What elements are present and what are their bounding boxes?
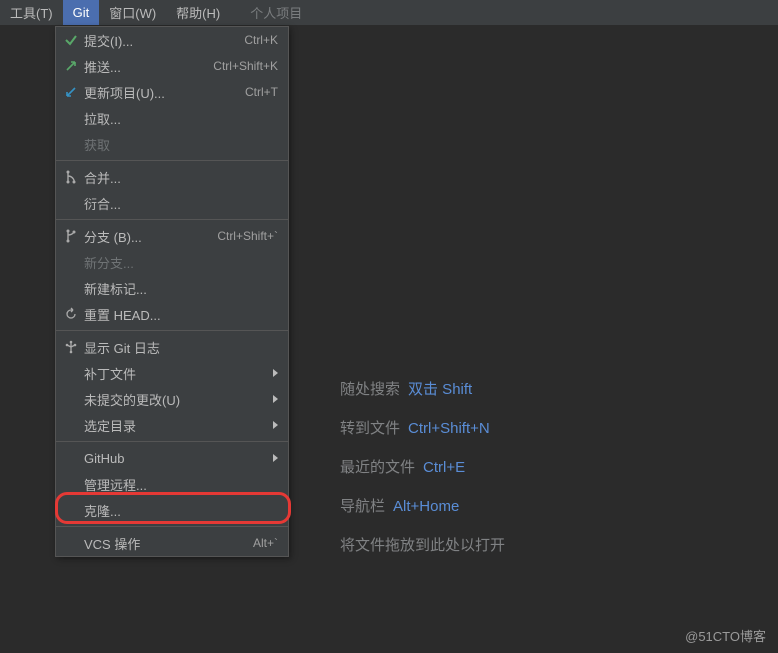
menu-rebase[interactable]: 衍合... — [56, 190, 288, 216]
branch-icon — [62, 228, 80, 244]
menu-git[interactable]: Git — [63, 0, 100, 25]
welcome-gotofile: 转到文件Ctrl+Shift+N — [340, 409, 505, 448]
menu-window[interactable]: 窗口(W) — [99, 0, 166, 25]
update-icon — [62, 84, 80, 100]
check-icon — [62, 32, 80, 48]
welcome-search: 随处搜索双击 Shift — [340, 370, 505, 409]
menu-branches[interactable]: 分支 (B)... Ctrl+Shift+` — [56, 223, 288, 249]
menu-pull[interactable]: 拉取... — [56, 105, 288, 131]
welcome-panel: 随处搜索双击 Shift 转到文件Ctrl+Shift+N 最近的文件Ctrl+… — [340, 370, 505, 565]
git-dropdown: 提交(I)... Ctrl+K 推送... Ctrl+Shift+K 更新项目(… — [55, 26, 289, 557]
watermark: @51CTO博客 — [685, 626, 766, 645]
menu-showlog[interactable]: 显示 Git 日志 — [56, 334, 288, 360]
menu-patches[interactable]: 补丁文件 — [56, 360, 288, 386]
separator — [56, 526, 288, 527]
push-icon — [62, 58, 80, 74]
chevron-right-icon — [273, 454, 278, 462]
merge-icon — [62, 169, 80, 185]
reset-icon — [62, 306, 80, 322]
menubar: 工具(T) Git 窗口(W) 帮助(H) 个人项目 — [0, 0, 778, 26]
menu-update[interactable]: 更新项目(U)... Ctrl+T — [56, 79, 288, 105]
separator — [56, 219, 288, 220]
menu-merge[interactable]: 合并... — [56, 164, 288, 190]
menu-newbranch: 新分支... — [56, 249, 288, 275]
menu-remotes[interactable]: 管理远程... — [56, 471, 288, 497]
separator — [56, 330, 288, 331]
chevron-right-icon — [273, 421, 278, 429]
menu-clone[interactable]: 克隆... — [56, 497, 288, 523]
menu-github[interactable]: GitHub — [56, 445, 288, 471]
menu-tools[interactable]: 工具(T) — [0, 0, 63, 25]
menu-newtag[interactable]: 新建标记... — [56, 275, 288, 301]
menu-commit[interactable]: 提交(I)... Ctrl+K — [56, 27, 288, 53]
log-icon — [62, 339, 80, 355]
menu-uncommitted[interactable]: 未提交的更改(U) — [56, 386, 288, 412]
menu-vcsops[interactable]: VCS 操作 Alt+` — [56, 530, 288, 556]
chevron-right-icon — [273, 369, 278, 377]
welcome-recent: 最近的文件Ctrl+E — [340, 448, 505, 487]
separator — [56, 160, 288, 161]
chevron-right-icon — [273, 395, 278, 403]
welcome-navbar: 导航栏Alt+Home — [340, 487, 505, 526]
menu-selectdir[interactable]: 选定目录 — [56, 412, 288, 438]
menu-resethead[interactable]: 重置 HEAD... — [56, 301, 288, 327]
menu-help[interactable]: 帮助(H) — [166, 0, 230, 25]
separator — [56, 441, 288, 442]
menu-fetch: 获取 — [56, 131, 288, 157]
menu-project-name: 个人项目 — [240, 0, 312, 25]
welcome-drop: 将文件拖放到此处以打开 — [340, 526, 505, 565]
menu-push[interactable]: 推送... Ctrl+Shift+K — [56, 53, 288, 79]
